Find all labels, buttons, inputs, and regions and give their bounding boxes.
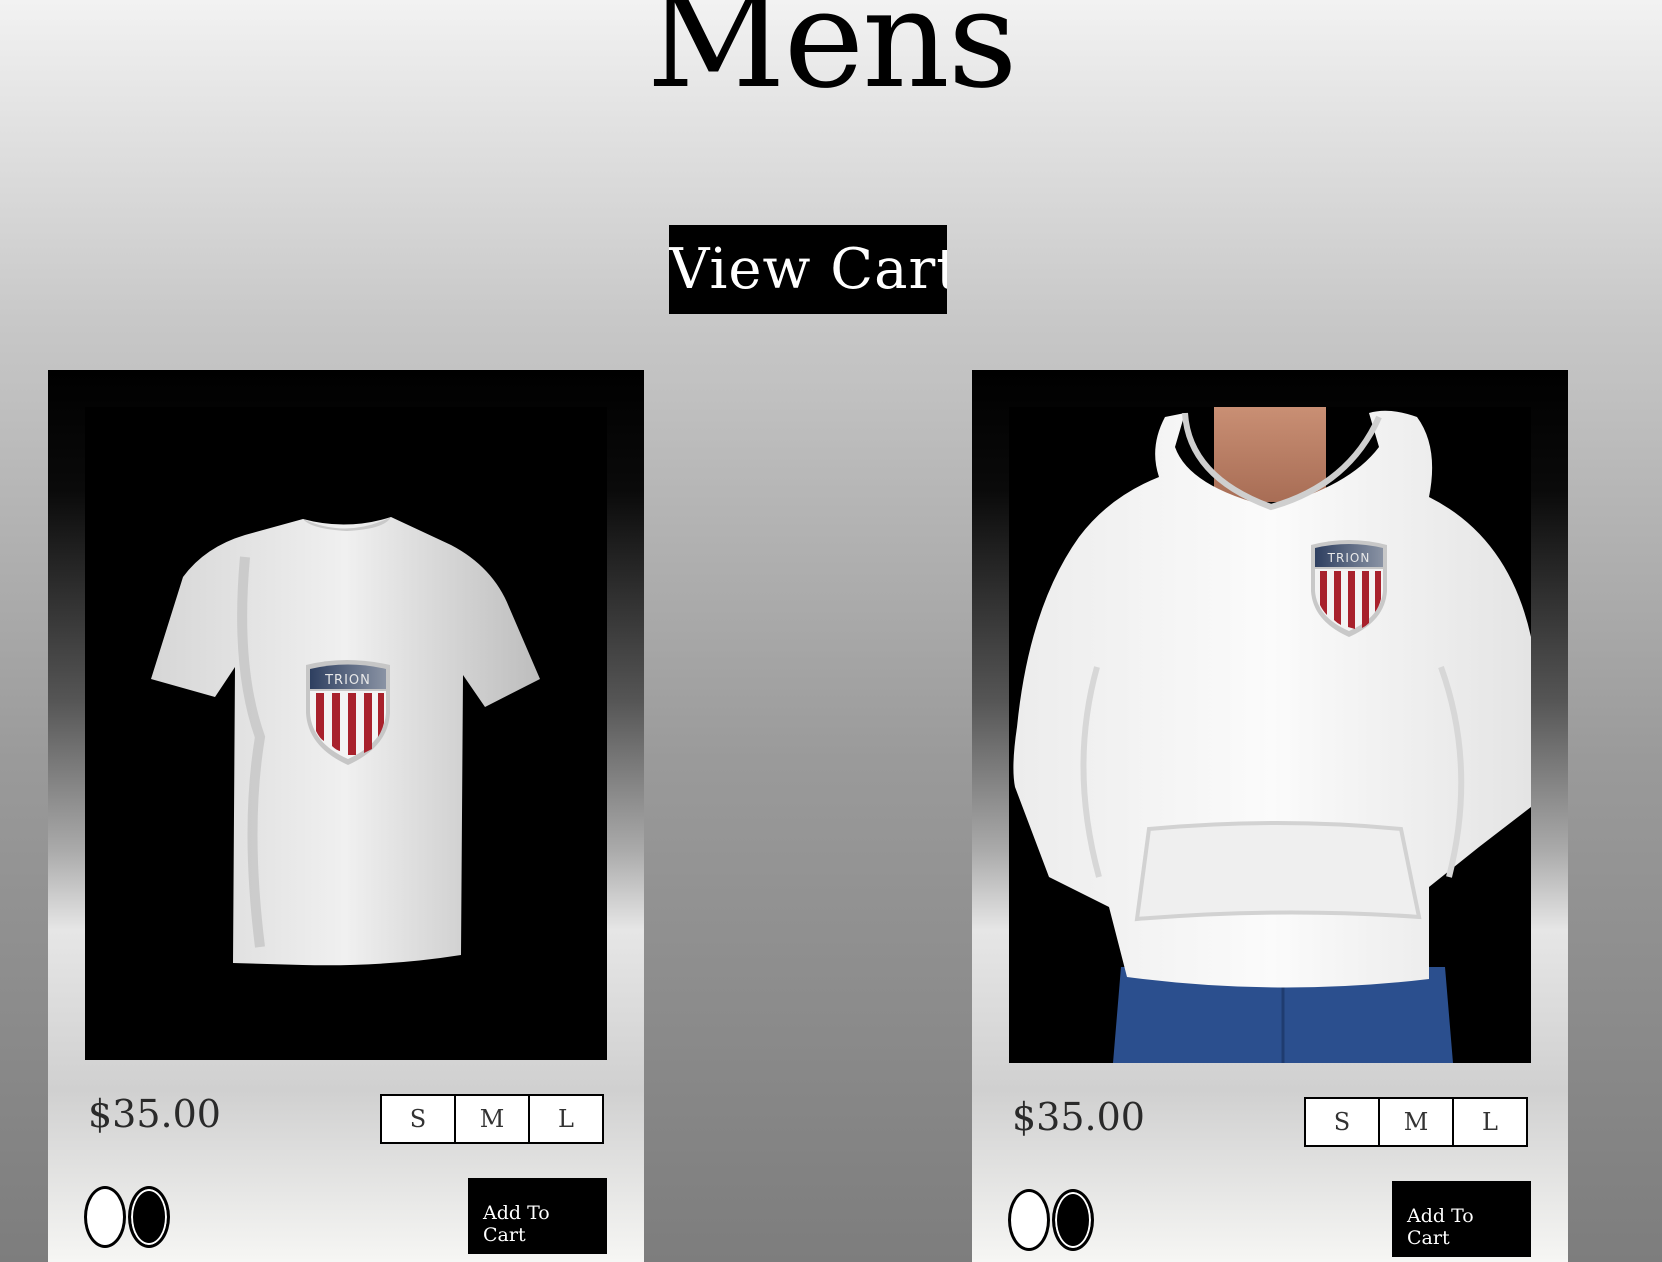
product-price: $35.00 — [1012, 1095, 1145, 1139]
add-to-cart-label: Add To Cart — [1407, 1205, 1474, 1249]
size-l-button[interactable]: L — [528, 1096, 602, 1142]
color-swatch-black[interactable] — [128, 1186, 170, 1248]
color-swatches — [84, 1186, 174, 1250]
tshirt-graphic: TRION — [151, 517, 540, 966]
product-card-hoodie: TRION $35.00 S M L Add To Cart — [972, 370, 1568, 1262]
tshirt-logo-text: TRION — [324, 673, 371, 688]
view-cart-label: View Cart — [669, 237, 947, 302]
hoodie-graphic: TRION — [1013, 407, 1531, 1063]
hoodie-logo-text: TRION — [1327, 551, 1371, 565]
page-title: Mens — [646, 0, 1017, 119]
color-swatch-black[interactable] — [1052, 1189, 1094, 1251]
product-price: $35.00 — [88, 1092, 221, 1136]
hoodie-image[interactable]: TRION — [1009, 407, 1531, 1063]
size-selector: S M L — [380, 1094, 604, 1144]
color-swatch-white[interactable] — [84, 1186, 126, 1248]
add-to-cart-label: Add To Cart — [483, 1202, 550, 1246]
product-card-tshirt: TRION $35.00 S M L Add To Cart — [48, 370, 644, 1262]
add-to-cart-button[interactable]: Add To Cart — [468, 1178, 607, 1254]
view-cart-button[interactable]: View Cart — [669, 225, 947, 314]
add-to-cart-button[interactable]: Add To Cart — [1392, 1181, 1531, 1257]
size-m-button[interactable]: M — [454, 1096, 528, 1142]
size-selector: S M L — [1304, 1097, 1528, 1147]
size-l-button[interactable]: L — [1452, 1099, 1526, 1145]
color-swatches — [1008, 1189, 1098, 1253]
tshirt-image[interactable]: TRION — [85, 407, 607, 1060]
size-m-button[interactable]: M — [1378, 1099, 1452, 1145]
size-s-button[interactable]: S — [1306, 1099, 1378, 1145]
color-swatch-white[interactable] — [1008, 1189, 1050, 1251]
size-s-button[interactable]: S — [382, 1096, 454, 1142]
